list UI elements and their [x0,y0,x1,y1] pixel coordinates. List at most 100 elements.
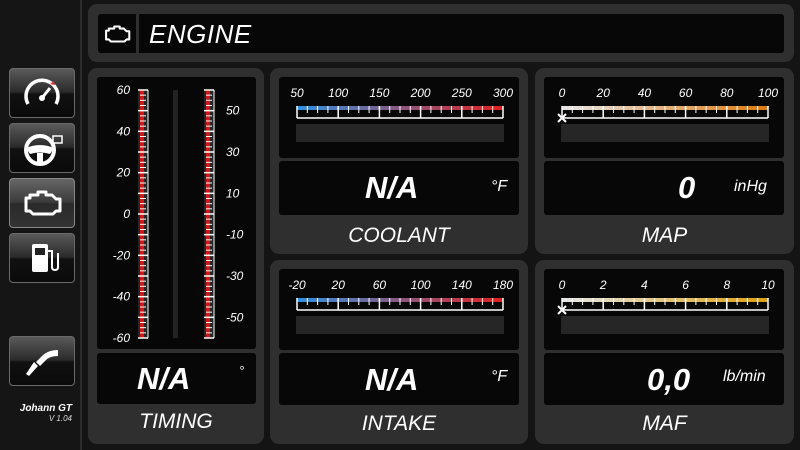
intake-color-band [394,298,401,302]
intake-color-band [343,298,349,302]
header-icon-box [98,14,136,53]
intake-color-band [472,298,478,302]
intake-color-band [369,298,375,302]
nav-fuel-button[interactable] [9,233,75,283]
coolant-color-band [425,106,432,110]
timing-right-color-band [206,177,210,184]
timing-right-color-band [206,136,210,142]
coolant-scale: 50 100 150 200 250 300 [290,86,513,142]
coolant-color-band [451,106,457,110]
timing-left-color-band [140,317,144,323]
intake-color-band [379,298,385,302]
map-color-band [675,106,681,110]
map-tick-label: 60 [679,86,693,100]
intake-tick-label: 20 [331,278,346,292]
map-color-band [685,106,692,110]
maf-value-box: 0,0 lb/min [544,353,784,405]
timing-right-color-band [206,234,210,241]
timing-left-color-band [140,141,144,148]
maf-color-band [665,298,671,302]
timing-right-tick-label: 30 [226,145,240,159]
intake-color-band [477,298,483,302]
intake-color-band [302,298,308,302]
timing-left-color-band [140,203,144,210]
map-color-band [634,106,640,110]
nav-engine-button[interactable] [9,178,75,228]
coolant-color-band [338,106,344,110]
timing-right-color-band [206,301,210,308]
intake-tick-label: 60 [373,278,387,292]
maf-gauge: 0 2 4 6 8 10 [544,269,784,350]
nav-refuel-button[interactable] [9,336,75,386]
intake-tick-label: 140 [452,278,472,292]
maf-tick-label: 6 [682,278,689,292]
intake-color-band [420,298,427,302]
map-color-band [716,106,722,110]
coolant-tick-label: 200 [410,86,431,100]
timing-left-color-band [140,121,144,127]
map-tick-label: 80 [720,86,734,100]
maf-label: MAF [642,412,687,435]
coolant-value: N/A [365,170,419,205]
maf-scale: 0 2 4 6 8 10 [557,278,775,334]
intake-color-band [338,298,344,302]
maf-color-band [592,298,599,302]
engine-icon [24,190,62,216]
coolant-color-band [353,106,360,110]
timing-left-color-band [140,260,144,266]
timing-right-color-band [206,265,210,272]
timing-right-color-band [206,110,210,117]
map-color-band [701,106,707,110]
coolant-color-band [487,106,493,110]
coolant-tick-label: 50 [290,86,304,100]
map-color-band [649,106,655,110]
intake-unit: °F [491,368,508,385]
map-color-band [582,106,589,110]
timing-left-color-band [140,265,144,272]
timing-right-color-band [206,162,210,168]
intake-color-band [400,298,406,302]
maf-color-band [634,298,640,302]
timing-right-color-band [206,307,210,313]
coolant-bar-track [296,124,504,142]
timing-right-color-band [206,276,210,282]
timing-left-color-band [140,162,144,168]
map-color-band [757,106,764,110]
timing-left-color-band [140,255,144,261]
timing-left-color-band [140,110,144,117]
timing-right-color-band [206,224,210,230]
timing-left-color-band [140,224,144,230]
timing-right-color-band [206,193,210,199]
map-unit: inHg [734,178,767,195]
fuel-pump-icon [32,244,59,272]
nav-driving-button[interactable] [9,123,75,173]
coolant-color-band [492,106,499,110]
intake-color-band [327,298,334,302]
maf-color-band [659,298,666,302]
timing-right-color-band [206,327,210,334]
nav-dashboard-button[interactable] [9,68,75,118]
timing-right-tick-label: -10 [226,228,244,242]
map-scale: 0 20 40 60 80 100 [557,86,778,142]
timing-left-tick-label: 0 [123,207,130,221]
timing-gauge: 60 40 20 0 -20 -40 -60 50 30 10 -10 -30 -50 [97,77,256,349]
timing-right-color-band [206,100,210,106]
timing-right-color-band [206,239,210,246]
intake-color-band [348,298,354,302]
coolant-color-band [322,106,329,110]
maf-color-band [618,298,625,302]
timing-right-color-band [206,95,210,101]
timing-left-color-band [140,131,144,137]
timing-left-color-band [140,183,144,189]
map-color-band [587,106,594,110]
maf-color-band [685,298,692,302]
timing-label: TIMING [139,410,213,433]
map-color-band [726,106,733,110]
timing-left-color-band [140,157,144,163]
coolant-color-band [430,106,437,110]
coolant-color-band [389,106,396,110]
timing-left-color-band [140,100,144,106]
maf-color-band [711,298,717,302]
timing-left-color-band [140,95,144,101]
timing-left-color-band [140,327,144,334]
